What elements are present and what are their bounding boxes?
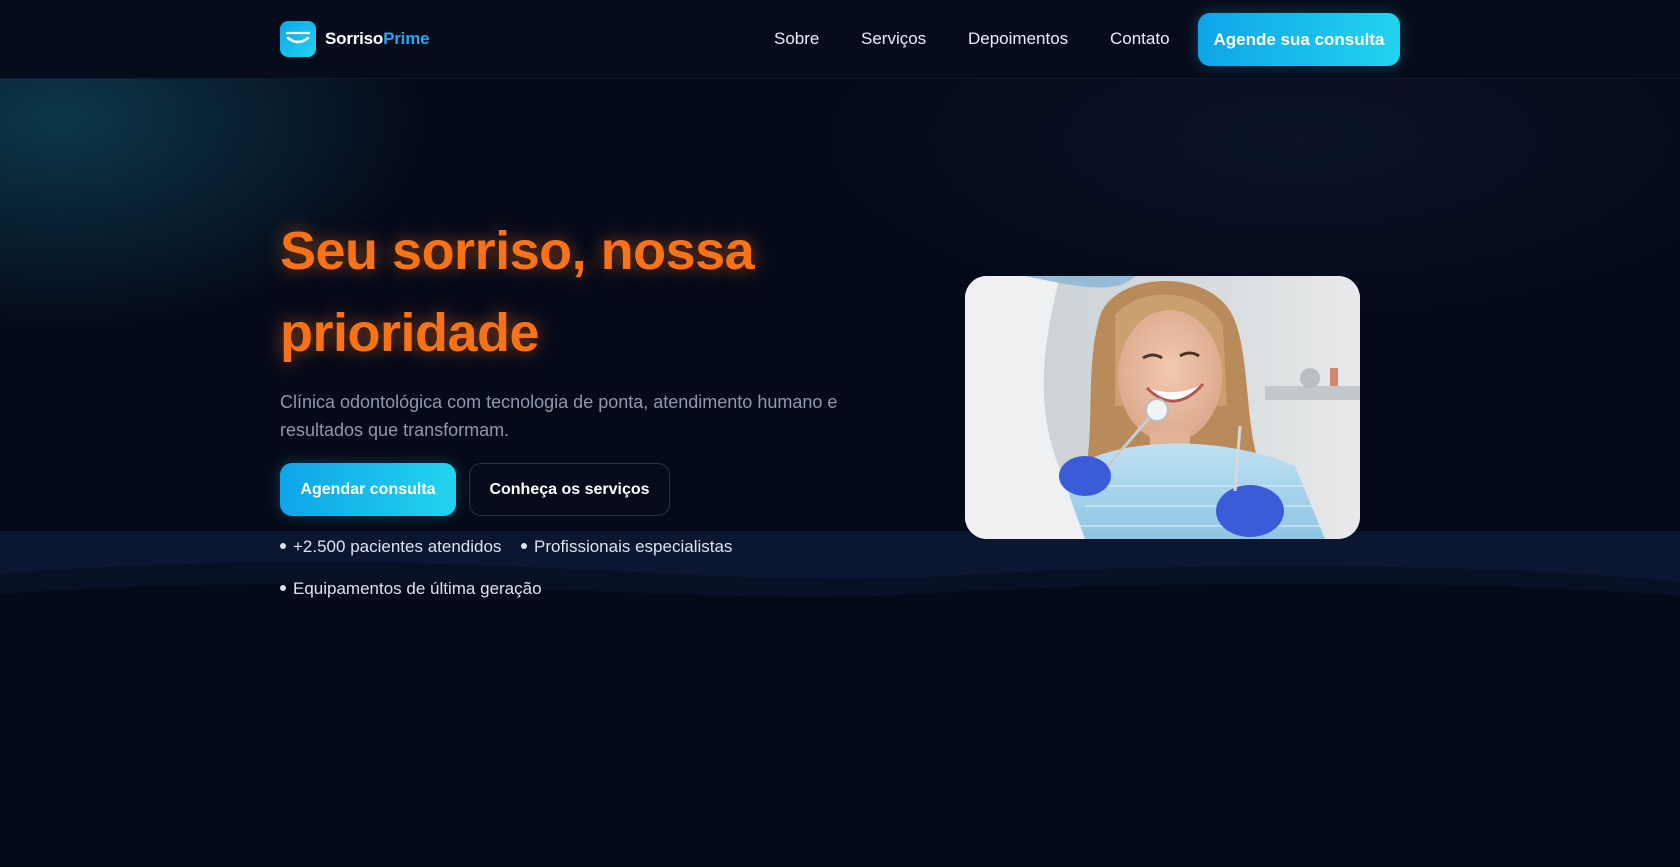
landing-page: SorrisoPrime Sobre Serviços Depoimentos … xyxy=(0,0,1680,867)
brand-name-part1: Sorriso xyxy=(325,29,384,48)
nav-link-servicos[interactable]: Serviços xyxy=(861,29,926,49)
bullet-icon xyxy=(521,542,527,549)
brand-logo[interactable]: SorrisoPrime xyxy=(280,21,430,57)
book-appointment-button[interactable]: Agendar consulta xyxy=(280,463,456,516)
hero-subtitle: Clínica odontológica com tecnologia de p… xyxy=(280,392,838,440)
patient-smiling-photo xyxy=(965,276,1360,539)
feature-item: Profissionais especialistas xyxy=(521,537,732,557)
hero-wave-decoration xyxy=(0,531,1680,598)
site-header: SorrisoPrime Sobre Serviços Depoimentos … xyxy=(0,0,1680,79)
nav-link-sobre[interactable]: Sobre xyxy=(774,29,819,49)
feature-text: Profissionais especialistas xyxy=(534,537,733,556)
nav-link-depoimentos[interactable]: Depoimentos xyxy=(968,29,1068,49)
view-services-button[interactable]: Conheça os serviços xyxy=(469,463,670,516)
hero-headline: Seu sorriso, nossa prioridade xyxy=(280,221,755,363)
bullet-icon xyxy=(280,584,286,591)
nav-link-contato[interactable]: Contato xyxy=(1110,29,1170,49)
brand-name-part2: Prime xyxy=(383,29,430,48)
brand-name: SorrisoPrime xyxy=(325,29,430,49)
feature-item: +2.500 pacientes atendidos xyxy=(280,537,501,557)
feature-text: +2.500 pacientes atendidos xyxy=(293,537,502,556)
feature-item: Equipamentos de última geração xyxy=(280,579,542,599)
smile-icon xyxy=(280,21,316,57)
feature-text: Equipamentos de última geração xyxy=(293,579,542,598)
schedule-appointment-button[interactable]: Agende sua consulta xyxy=(1198,13,1400,66)
bullet-icon xyxy=(280,542,286,549)
